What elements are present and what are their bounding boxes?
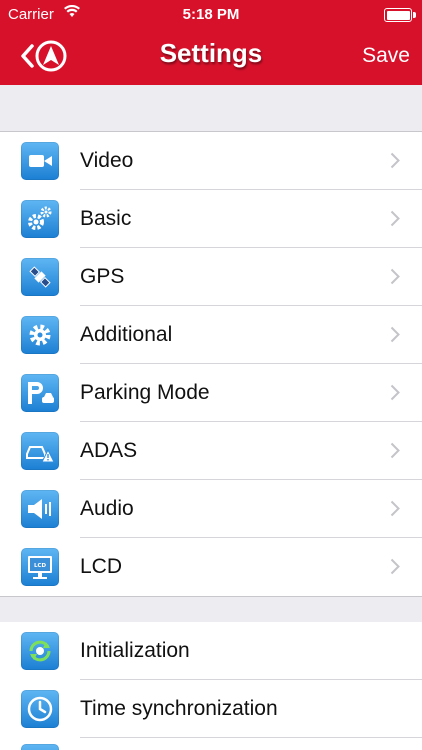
- row-label: LCD: [80, 555, 123, 578]
- chevron-right-icon: [390, 210, 400, 232]
- monitor-icon: LCD: [21, 548, 59, 586]
- row-label: GPS: [80, 265, 125, 288]
- clock-time: 5:18 PM: [182, 6, 240, 23]
- settings-group-main: Video Basic GPS Additional Parking Mode: [0, 132, 422, 596]
- partial-icon: [21, 744, 59, 750]
- settings-row-time-sync[interactable]: Time synchronization: [0, 680, 422, 738]
- settings-row-additional[interactable]: Additional: [0, 306, 422, 364]
- gears-icon: [21, 200, 59, 238]
- section-spacer: [0, 596, 422, 623]
- section-spacer: [0, 85, 422, 132]
- car-warning-icon: [21, 432, 59, 470]
- chevron-right-icon: [390, 384, 400, 406]
- row-label: Audio: [80, 497, 134, 520]
- chevron-right-icon: [390, 268, 400, 290]
- page-title: Settings: [159, 38, 263, 68]
- chevron-right-icon: [390, 326, 400, 348]
- settings-row-parking-mode[interactable]: Parking Mode: [0, 364, 422, 422]
- settings-row-gps[interactable]: GPS: [0, 248, 422, 306]
- reset-icon: [21, 632, 59, 670]
- chevron-right-icon: [390, 442, 400, 464]
- row-label: ADAS: [80, 439, 138, 462]
- row-label: Basic: [80, 207, 132, 230]
- battery-icon: [384, 8, 416, 22]
- settings-row-video[interactable]: Video: [0, 132, 422, 190]
- chevron-right-icon: [390, 152, 400, 174]
- settings-row-partial: [0, 738, 422, 750]
- chevron-right-icon: [390, 500, 400, 522]
- clock-icon: [21, 690, 59, 728]
- settings-group-system: Initialization Time synchronization: [0, 622, 422, 750]
- status-bar: Carrier 5:18 PM: [0, 0, 422, 28]
- row-label: Video: [80, 149, 134, 172]
- row-label: Time synchronization: [80, 697, 278, 720]
- chevron-right-icon: [390, 558, 400, 580]
- settings-row-lcd[interactable]: LCD LCD: [0, 538, 422, 596]
- navigation-bar: Carrier 5:18 PM Settings Save: [0, 0, 422, 85]
- settings-row-initialization[interactable]: Initialization: [0, 622, 422, 680]
- video-camera-icon: [21, 142, 59, 180]
- row-label: Initialization: [80, 639, 190, 662]
- settings-row-basic[interactable]: Basic: [0, 190, 422, 248]
- svg-text:LCD: LCD: [34, 563, 47, 569]
- gear-icon: [21, 316, 59, 354]
- settings-row-adas[interactable]: ADAS: [0, 422, 422, 480]
- parking-icon: [21, 374, 59, 412]
- row-label: Additional: [80, 323, 173, 346]
- save-button[interactable]: Save: [362, 44, 410, 68]
- row-label: Parking Mode: [80, 381, 210, 404]
- settings-row-audio[interactable]: Audio: [0, 480, 422, 538]
- satellite-icon: [21, 258, 59, 296]
- speaker-icon: [21, 490, 59, 528]
